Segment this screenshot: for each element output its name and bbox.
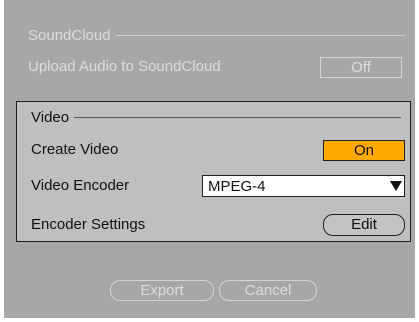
upload-soundcloud-label: Upload Audio to SoundCloud: [28, 58, 221, 75]
export-button[interactable]: Export: [110, 280, 214, 301]
dropdown-arrow-icon: [388, 181, 404, 191]
create-video-label: Create Video: [31, 141, 119, 158]
export-dialog: SoundCloud Upload Audio to SoundCloud Of…: [4, 0, 415, 318]
cancel-button[interactable]: Cancel: [219, 280, 317, 301]
soundcloud-section-title: SoundCloud: [28, 26, 111, 44]
encoder-settings-edit-button[interactable]: Edit: [323, 214, 405, 236]
video-encoder-select[interactable]: MPEG-4: [202, 175, 405, 197]
soundcloud-section-header: SoundCloud: [28, 25, 405, 45]
create-video-toggle[interactable]: On: [323, 140, 405, 161]
encoder-settings-label: Encoder Settings: [31, 216, 146, 233]
section-divider: [115, 34, 405, 36]
video-encoder-label: Video Encoder: [31, 177, 130, 194]
video-encoder-value: MPEG-4: [208, 177, 266, 195]
upload-soundcloud-toggle[interactable]: Off: [320, 57, 402, 78]
video-section: Video Create Video On Video Encoder MPEG…: [16, 101, 411, 242]
video-section-header: Video: [31, 107, 401, 127]
section-divider: [74, 116, 401, 118]
video-section-title: Video: [31, 108, 70, 126]
